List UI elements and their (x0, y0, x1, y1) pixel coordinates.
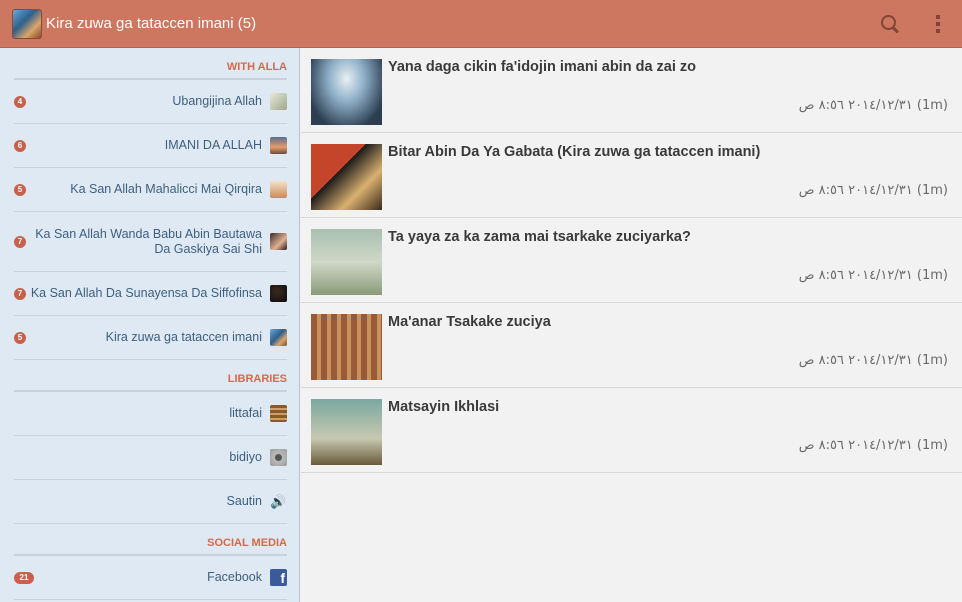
article-title: Bitar Abin Da Ya Gabata (Kira zuwa ga ta… (388, 144, 761, 160)
article-date: ٢٠١٤/١٢/٣١ ٨:٥٦ ص (1m) (798, 438, 948, 453)
nav-item-babu-abin-bautawa[interactable]: 7 Ka San Allah Wanda Babu Abin Bautawa D… (14, 212, 287, 272)
article-date: ٢٠١٤/١٢/٣١ ٨:٥٦ ص (1m) (798, 353, 948, 368)
books-icon (270, 405, 287, 422)
nav-item-label: Facebook (207, 570, 262, 584)
section-heading-with-alla: WITH ALLA (14, 48, 287, 80)
article-date: ٢٠١٤/١٢/٣١ ٨:٥٦ ص (1m) (798, 183, 948, 198)
article-date: ٢٠١٤/١٢/٣١ ٨:٥٦ ص (1m) (798, 268, 948, 283)
nav-item-label: Kira zuwa ga tataccen imani (105, 330, 262, 344)
facebook-icon: f (270, 569, 287, 586)
count-badge: 7 (14, 287, 26, 300)
nav-item-label: Ka San Allah Wanda Babu Abin Bautawa Da … (35, 226, 262, 256)
overflow-menu-button[interactable] (914, 0, 962, 48)
article-thumbnail (311, 399, 382, 465)
nav-item-label: Sautin (226, 494, 262, 508)
count-badge: 4 (14, 95, 26, 108)
article-body: Ma'anar Tsakake zuciya ٢٠١٤/١٢/٣١ ٨:٥٦ ص… (382, 303, 962, 387)
category-thumbnail-icon (270, 181, 287, 198)
video-camera-icon (270, 449, 287, 466)
count-badge: 5 (14, 183, 26, 196)
category-thumbnail-icon (270, 137, 287, 154)
section-heading-libraries: LIBRARIES (14, 360, 287, 392)
article-date: ٢٠١٤/١٢/٣١ ٨:٥٦ ص (1m) (798, 98, 948, 113)
count-badge: 6 (14, 139, 26, 152)
article-body: Yana daga cikin fa'idojin imani abin da … (382, 48, 962, 132)
nav-item-sautin[interactable]: Sautin 🔊 (14, 480, 287, 524)
category-thumbnail-icon (270, 233, 287, 250)
nav-item-label: IMANI DA ALLAH (164, 138, 262, 152)
overflow-menu-icon (936, 14, 940, 33)
nav-item-imani-da-allah[interactable]: 6 IMANI DA ALLAH (14, 124, 287, 168)
article-title: Yana daga cikin fa'idojin imani abin da … (388, 59, 697, 75)
app-title: Kira zuwa ga tataccen imani (5) (46, 15, 257, 32)
article-title: Matsayin Ikhlasi (388, 399, 500, 415)
speaker-icon: 🔊 (270, 493, 287, 509)
count-badge: 7 (14, 235, 26, 248)
article-body: Matsayin Ikhlasi ٢٠١٤/١٢/٣١ ٨:٥٦ ص (1m) (382, 388, 962, 472)
article-item[interactable]: Yana daga cikin fa'idojin imani abin da … (301, 48, 962, 133)
search-button[interactable] (866, 0, 914, 48)
nav-item-mahalicci[interactable]: 5 Ka San Allah Mahalicci Mai Qirqira (14, 168, 287, 212)
app-logo-icon[interactable] (12, 8, 42, 39)
nav-item-label: bidiyo (229, 450, 262, 464)
nav-item-label: littafai (229, 406, 262, 420)
navigation-drawer: WITH ALLA 4 Ubangijina Allah 6 IMANI DA … (0, 48, 300, 602)
nav-item-label: Ubangijina Allah (172, 94, 262, 108)
article-title: Ma'anar Tsakake zuciya (388, 314, 551, 330)
article-body: Bitar Abin Da Ya Gabata (Kira zuwa ga ta… (382, 133, 962, 217)
category-thumbnail-icon (270, 329, 287, 346)
category-thumbnail-icon (270, 93, 287, 110)
article-thumbnail (311, 59, 382, 125)
nav-item-bidiyo[interactable]: bidiyo (14, 436, 287, 480)
article-item[interactable]: Matsayin Ikhlasi ٢٠١٤/١٢/٣١ ٨:٥٦ ص (1m) (301, 388, 962, 473)
nav-item-label: Ka San Allah Mahalicci Mai Qirqira (70, 182, 262, 196)
count-badge: 5 (14, 331, 26, 344)
article-thumbnail (311, 144, 382, 210)
article-item[interactable]: Bitar Abin Da Ya Gabata (Kira zuwa ga ta… (301, 133, 962, 218)
article-item[interactable]: Ma'anar Tsakake zuciya ٢٠١٤/١٢/٣١ ٨:٥٦ ص… (301, 303, 962, 388)
nav-item-littafai[interactable]: littafai (14, 392, 287, 436)
nav-item-facebook[interactable]: 21 Facebook f (14, 556, 287, 600)
section-heading-social-media: SOCIAL MEDIA (14, 524, 287, 556)
article-list: Yana daga cikin fa'idojin imani abin da … (301, 48, 962, 602)
search-icon (880, 14, 900, 34)
nav-item-kira-zuwa[interactable]: 5 Kira zuwa ga tataccen imani (14, 316, 287, 360)
article-body: Ta yaya za ka zama mai tsarkake zuciyark… (382, 218, 962, 302)
action-bar: Kira zuwa ga tataccen imani (5) (0, 0, 962, 48)
article-thumbnail (311, 314, 382, 380)
action-bar-actions (866, 0, 962, 48)
nav-item-ubangijina-allah[interactable]: 4 Ubangijina Allah (14, 80, 287, 124)
nav-item-label: Ka San Allah Da Sunayensa Da Siffofinsa (30, 286, 262, 300)
article-thumbnail (311, 229, 382, 295)
article-item[interactable]: Ta yaya za ka zama mai tsarkake zuciyark… (301, 218, 962, 303)
count-badge: 21 (14, 571, 34, 584)
nav-item-sunayensa[interactable]: 7 Ka San Allah Da Sunayensa Da Siffofins… (14, 272, 287, 316)
category-thumbnail-icon (270, 285, 287, 302)
article-title: Ta yaya za ka zama mai tsarkake zuciyark… (388, 229, 691, 245)
